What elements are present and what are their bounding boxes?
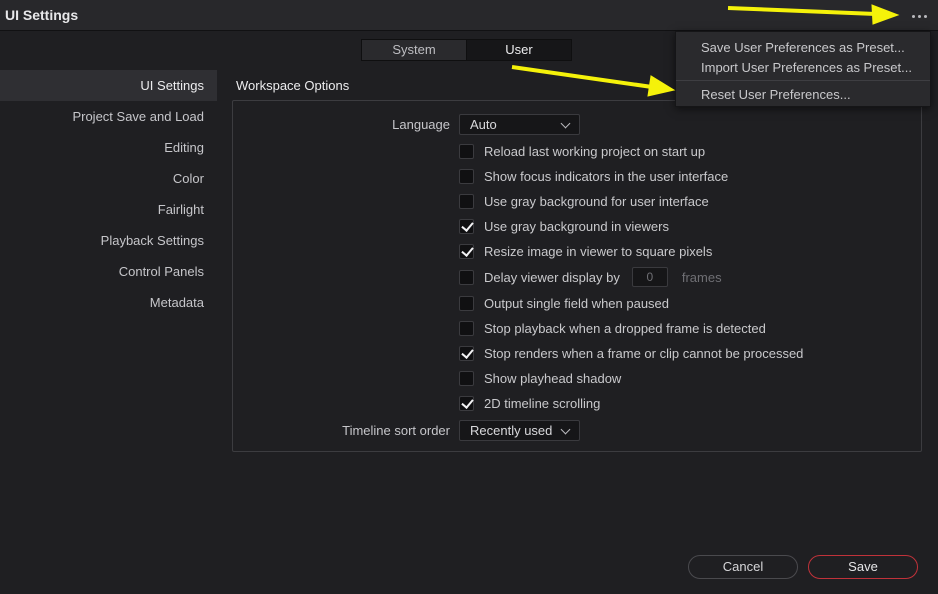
option-label: 2D timeline scrolling	[484, 395, 601, 411]
cancel-button[interactable]: Cancel	[688, 555, 798, 579]
option-label: Output single field when paused	[484, 295, 670, 311]
checkbox-checked[interactable]	[459, 345, 474, 361]
option-label: Show focus indicators in the user interf…	[484, 168, 729, 184]
chevron-down-icon	[560, 424, 571, 435]
option-label: Stop renders when a frame or clip cannot…	[484, 345, 804, 361]
menu-item-import-preset[interactable]: Import User Preferences as Preset...	[701, 60, 912, 75]
sidebar-item-project-save-and-load[interactable]: Project Save and Load	[0, 101, 217, 132]
sidebar-item-ui-settings[interactable]: UI Settings	[0, 70, 217, 101]
option-label: Use gray background in viewers	[484, 218, 669, 234]
option-row: Show focus indicators in the user interf…	[459, 167, 728, 185]
checkbox[interactable]	[459, 269, 474, 285]
option-row: Use gray background in viewers	[459, 217, 669, 235]
sort-order-value: Recently used	[470, 423, 553, 438]
save-button[interactable]: Save	[808, 555, 918, 579]
checkbox[interactable]	[459, 295, 474, 311]
checkbox[interactable]	[459, 320, 474, 336]
checkbox[interactable]	[459, 370, 474, 386]
delay-frames-input[interactable]: 0	[631, 267, 668, 287]
option-label: Use gray background for user interface	[484, 193, 709, 209]
option-label: Resize image in viewer to square pixels	[484, 243, 713, 259]
window-title: UI Settings	[5, 7, 79, 23]
option-row: Delay viewer display by 0 frames	[459, 267, 722, 287]
sidebar-item-metadata[interactable]: Metadata	[0, 287, 217, 318]
options-menu: Save User Preferences as Preset... Impor…	[675, 31, 931, 107]
sidebar-item-editing[interactable]: Editing	[0, 132, 217, 163]
tab-user[interactable]: User	[466, 40, 571, 60]
frames-suffix: frames	[681, 269, 722, 285]
option-row: Stop playback when a dropped frame is de…	[459, 319, 766, 337]
chevron-down-icon	[560, 118, 571, 129]
language-label: Language	[392, 117, 450, 132]
more-options-icon[interactable]	[903, 4, 935, 28]
option-row: 2D timeline scrolling	[459, 394, 600, 412]
language-value: Auto	[470, 117, 497, 132]
option-label: Stop playback when a dropped frame is de…	[484, 320, 766, 336]
sidebar: UI Settings Project Save and Load Editin…	[0, 70, 217, 318]
sidebar-item-playback-settings[interactable]: Playback Settings	[0, 225, 217, 256]
option-row: Stop renders when a frame or clip cannot…	[459, 344, 803, 362]
option-label: Delay viewer display by	[484, 269, 620, 285]
sort-order-dropdown[interactable]: Recently used	[459, 420, 580, 441]
sidebar-item-color[interactable]: Color	[0, 163, 217, 194]
checkbox[interactable]	[459, 193, 474, 209]
checkbox-checked[interactable]	[459, 218, 474, 234]
checkbox[interactable]	[459, 168, 474, 184]
sort-order-label: Timeline sort order	[342, 423, 450, 438]
menu-divider	[676, 80, 930, 81]
menu-item-reset-preferences[interactable]: Reset User Preferences...	[701, 87, 851, 102]
option-row: Use gray background for user interface	[459, 192, 709, 210]
option-row: Reload last working project on start up	[459, 142, 705, 160]
checkbox[interactable]	[459, 143, 474, 159]
preference-tabs: System User	[361, 39, 572, 61]
language-dropdown[interactable]: Auto	[459, 114, 580, 135]
section-title: Workspace Options	[236, 78, 350, 93]
title-bar: UI Settings	[0, 0, 938, 31]
sidebar-item-control-panels[interactable]: Control Panels	[0, 256, 217, 287]
annotation-arrow	[511, 65, 676, 97]
option-label: Reload last working project on start up	[484, 143, 706, 159]
sidebar-item-fairlight[interactable]: Fairlight	[0, 194, 217, 225]
option-label: Show playhead shadow	[484, 370, 622, 386]
tab-system[interactable]: System	[362, 40, 466, 60]
menu-item-save-preset[interactable]: Save User Preferences as Preset...	[701, 40, 905, 55]
option-row: Show playhead shadow	[459, 369, 621, 387]
option-row: Resize image in viewer to square pixels	[459, 242, 712, 260]
checkbox-checked[interactable]	[459, 395, 474, 411]
option-row: Output single field when paused	[459, 294, 669, 312]
checkbox-checked[interactable]	[459, 243, 474, 259]
